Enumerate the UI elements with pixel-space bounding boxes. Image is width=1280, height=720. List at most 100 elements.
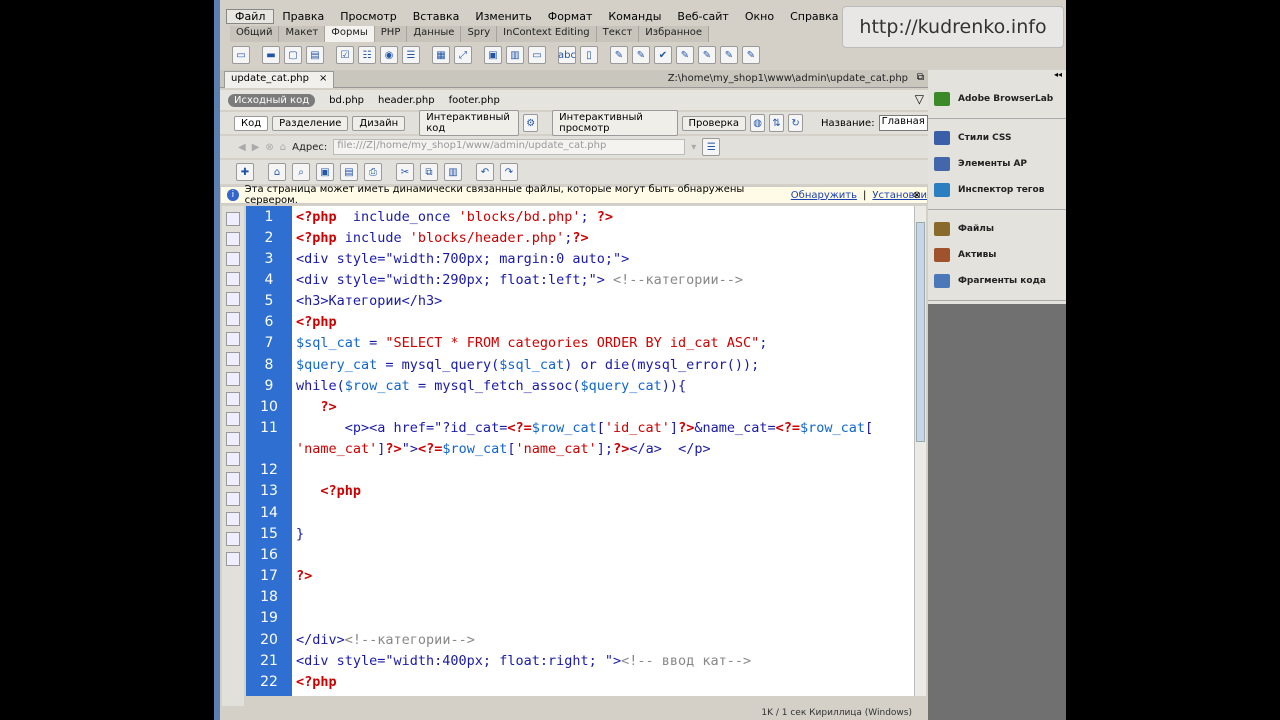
refresh-icon[interactable]: ↻ [788, 114, 804, 132]
chevron-down-icon[interactable]: ▾ [691, 142, 696, 153]
collapse-selection-icon[interactable] [226, 272, 240, 286]
code-line[interactable]: 15} [246, 523, 304, 544]
spry-password-icon[interactable]: ✎ [698, 46, 716, 64]
insert-tab-0[interactable]: Общий [230, 26, 280, 42]
jump-menu-icon[interactable]: ⤢ [454, 46, 472, 64]
undo-icon[interactable]: ↶ [476, 163, 494, 181]
menu-item-9[interactable]: Справка [782, 10, 846, 23]
recent-snippets-icon[interactable] [226, 472, 240, 486]
menu-item-6[interactable]: Команды [600, 10, 669, 23]
source-code-button[interactable]: Исходный код [228, 93, 316, 107]
panel-item[interactable]: Элементы AP [928, 151, 1066, 177]
highlight-invalid-code-icon[interactable] [226, 372, 240, 386]
spry-textarea-icon[interactable]: ✎ [632, 46, 650, 64]
options-icon[interactable]: ☰ [702, 138, 721, 156]
panel-item[interactable]: Фрагменты кода [928, 268, 1066, 294]
form-icon[interactable]: ▭ [232, 46, 250, 64]
code-view-button[interactable]: Код [234, 115, 269, 131]
radio-icon[interactable]: ◉ [380, 46, 398, 64]
expand-all-icon[interactable] [226, 292, 240, 306]
file-management-icon[interactable]: ⇅ [769, 114, 785, 132]
spry-select-icon[interactable]: ✎ [676, 46, 694, 64]
split-view-button[interactable]: Разделение [272, 115, 349, 131]
copy-icon[interactable]: ⧉ [420, 163, 438, 181]
home-icon[interactable]: ⌂ [280, 142, 286, 153]
apply-comment-icon[interactable] [226, 412, 240, 426]
open-documents-icon[interactable] [226, 212, 240, 226]
textarea-icon[interactable]: ▤ [306, 46, 324, 64]
cut-icon[interactable]: ✂ [396, 163, 414, 181]
code-line[interactable]: 16 [246, 544, 296, 565]
code-line[interactable]: 21 <div style="width:400px; float:right; … [246, 650, 751, 671]
panel-item[interactable]: Стили CSS [928, 125, 1066, 151]
restore-icon[interactable]: ⧉ [917, 72, 924, 83]
code-line[interactable]: 'name_cat']?>"><?=$row_cat['name_cat'];?… [246, 439, 711, 460]
document-tab[interactable]: update_cat.php × [224, 71, 335, 88]
wrap-tag-icon[interactable] [226, 452, 240, 466]
code-line[interactable]: 19 [246, 608, 296, 629]
code-line[interactable]: 2 <?php include 'blocks/header.php';?> [246, 227, 589, 248]
design-view-button[interactable]: Дизайн [352, 115, 406, 131]
vertical-scrollbar[interactable] [914, 206, 926, 696]
save-icon[interactable]: ▣ [316, 163, 334, 181]
outdent-code-icon[interactable] [226, 532, 240, 546]
code-line[interactable]: 8 $query_cat = mysql_query($sql_cat) or d… [246, 354, 760, 375]
checkbox-group-icon[interactable]: ☷ [358, 46, 376, 64]
line-numbers-icon[interactable] [226, 352, 240, 366]
syntax-error-alerts-icon[interactable] [226, 392, 240, 406]
radio-group-icon[interactable]: ☰ [402, 46, 420, 64]
spry-checkbox-icon[interactable]: ✔ [654, 46, 672, 64]
code-line[interactable]: 1 <?php include_once 'blocks/bd.php'; ?> [246, 206, 613, 227]
spry-text-icon[interactable]: ✎ [610, 46, 628, 64]
select-parent-tag-icon[interactable] [226, 312, 240, 326]
label-icon[interactable]: abc [558, 46, 576, 64]
code-line[interactable]: 11 <p><a href="?id_cat=<?=$row_cat['id_c… [246, 418, 873, 439]
menu-item-3[interactable]: Вставка [405, 10, 468, 23]
close-icon[interactable]: × [319, 73, 327, 87]
insert-tab-2[interactable]: Формы [325, 26, 375, 42]
list-icon[interactable]: ▦ [432, 46, 450, 64]
insert-tab-1[interactable]: Макет [279, 26, 326, 42]
code-line[interactable]: 7 $sql_cat = "SELECT * FROM categories OR… [246, 333, 768, 354]
code-line[interactable]: 9 while($row_cat = mysql_fetch_assoc($que… [246, 375, 687, 396]
print-icon[interactable]: ⎙ [364, 163, 382, 181]
filter-icon[interactable]: ▽ [915, 92, 924, 106]
insert-tab-6[interactable]: InContext Editing [497, 26, 597, 42]
code-line[interactable]: 12 [246, 460, 296, 481]
panel-item[interactable]: Файлы [928, 216, 1066, 242]
indent-code-icon[interactable] [226, 512, 240, 526]
remove-comment-icon[interactable] [226, 432, 240, 446]
insert-tab-3[interactable]: PHP [374, 26, 408, 42]
menu-item-5[interactable]: Формат [540, 10, 601, 23]
menu-item-2[interactable]: Просмотр [332, 10, 404, 23]
paste-icon[interactable]: ▥ [444, 163, 462, 181]
save-all-icon[interactable]: ▤ [340, 163, 358, 181]
browse-icon[interactable]: ⌕ [292, 163, 310, 181]
close-icon[interactable]: ⊗ [913, 190, 921, 201]
related-file-header[interactable]: header.php [378, 95, 435, 106]
redo-icon[interactable]: ↷ [500, 163, 518, 181]
code-line[interactable]: 14 [246, 502, 296, 523]
code-line[interactable]: 18 [246, 587, 296, 608]
collapse-panels-icon[interactable]: ◂◂ [928, 70, 1066, 80]
inspect-button[interactable]: Проверка [681, 115, 747, 131]
code-editor[interactable]: 1 <?php include_once 'blocks/bd.php'; ?> 2… [246, 206, 914, 696]
insert-tab-4[interactable]: Данные [407, 26, 462, 42]
back-icon[interactable]: ◀ [238, 142, 246, 153]
new-file-icon[interactable]: ✚ [236, 163, 254, 181]
title-input[interactable]: Главная ст [878, 115, 929, 131]
move-css-icon[interactable] [226, 492, 240, 506]
live-code-button[interactable]: Интерактивный код [419, 110, 520, 136]
code-line[interactable]: 13 <?php [246, 481, 361, 502]
image-field-icon[interactable]: ▣ [484, 46, 502, 64]
panel-item[interactable]: Adobe BrowserLab [928, 86, 1066, 112]
related-file-footer[interactable]: footer.php [449, 95, 500, 106]
live-code-icon[interactable]: ⚙ [523, 114, 539, 132]
code-line[interactable]: 10 ?> [246, 396, 337, 417]
panel-item[interactable]: Активы [928, 242, 1066, 268]
file-field-icon[interactable]: ▥ [506, 46, 524, 64]
live-view-button[interactable]: Интерактивный просмотр [552, 110, 678, 136]
menu-item-7[interactable]: Веб-сайт [669, 10, 736, 23]
spry-radio-icon[interactable]: ✎ [742, 46, 760, 64]
button-icon[interactable]: ▭ [528, 46, 546, 64]
